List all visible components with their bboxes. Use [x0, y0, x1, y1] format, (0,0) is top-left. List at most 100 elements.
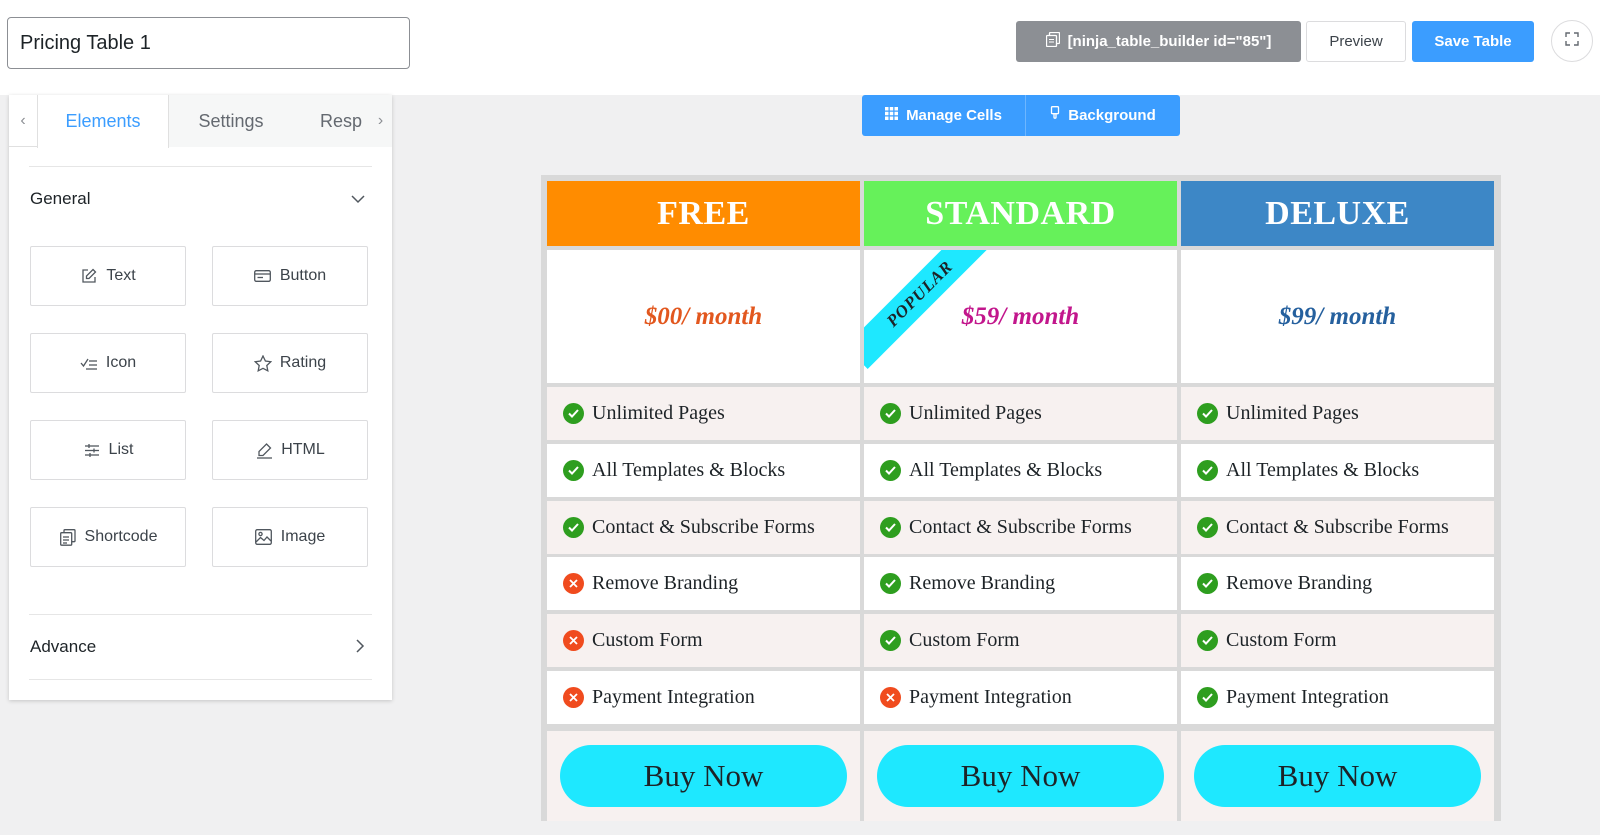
check-icon: [880, 517, 901, 538]
brush-icon: [1050, 106, 1060, 125]
checklist-icon: [80, 354, 98, 372]
element-image-button[interactable]: Image: [212, 507, 368, 567]
canvas-toolbar: Manage Cells Background: [862, 95, 1180, 136]
panel-tabs: ‹ Elements Settings Resp ›: [9, 95, 392, 148]
plan-name-deluxe: DELUXE: [1181, 181, 1494, 246]
pricing-table[interactable]: FREE $00/ month Unlimited Pages All Templat…: [541, 175, 1501, 821]
feature-label: Contact & Subscribe Forms: [1226, 516, 1449, 538]
feature-label: Contact & Subscribe Forms: [592, 516, 815, 538]
section-divider: [29, 166, 372, 167]
feature-row[interactable]: All Templates & Blocks: [864, 444, 1177, 497]
check-icon: [880, 403, 901, 424]
feature-row[interactable]: Custom Form: [547, 614, 860, 667]
section-general-label: General: [30, 189, 91, 208]
save-table-button[interactable]: Save Table: [1412, 21, 1534, 62]
feature-row[interactable]: Remove Branding: [864, 557, 1177, 610]
plan-column-deluxe[interactable]: DELUXE $99/ month Unlimited Pages All Templ…: [1181, 181, 1494, 821]
plan-price-cell: $00/ month: [547, 250, 860, 383]
feature-row[interactable]: Contact & Subscribe Forms: [864, 501, 1177, 554]
pen-icon: [255, 441, 273, 459]
preview-button[interactable]: Preview: [1306, 21, 1406, 62]
shortcode-button[interactable]: [ninja_table_builder id="85"]: [1016, 21, 1301, 62]
feature-row[interactable]: Contact & Subscribe Forms: [547, 501, 860, 554]
chevron-down-icon: [351, 191, 373, 207]
check-icon: [1197, 687, 1218, 708]
feature-row[interactable]: Payment Integration: [1181, 671, 1494, 724]
check-icon: [1197, 460, 1218, 481]
element-rating-button[interactable]: Rating: [212, 333, 368, 393]
feature-label: All Templates & Blocks: [592, 459, 786, 481]
feature-row[interactable]: Contact & Subscribe Forms: [1181, 501, 1494, 554]
buy-now-button[interactable]: Buy Now: [877, 745, 1164, 807]
tab-settings[interactable]: Settings: [169, 95, 293, 147]
tab-scroll-left[interactable]: ‹: [9, 95, 37, 147]
table-title-input[interactable]: [7, 17, 410, 69]
cross-icon: [563, 630, 584, 651]
feature-row[interactable]: Payment Integration: [547, 671, 860, 724]
buy-now-button[interactable]: Buy Now: [1194, 745, 1481, 807]
feature-label: Remove Branding: [1226, 572, 1373, 594]
feature-label: Custom Form: [909, 629, 1020, 651]
check-icon: [563, 517, 584, 538]
element-button-label: Button: [279, 267, 327, 284]
feature-label: Remove Branding: [592, 572, 739, 594]
feature-label: Custom Form: [1226, 629, 1337, 651]
plan-price: $59/ month: [961, 302, 1080, 330]
feature-label: Payment Integration: [592, 686, 755, 708]
section-advance-header[interactable]: Advance: [30, 632, 373, 662]
check-icon: [1197, 517, 1218, 538]
element-icon-button[interactable]: Icon: [30, 333, 186, 393]
background-button[interactable]: Background: [1026, 95, 1180, 136]
check-icon: [1197, 630, 1218, 651]
feature-label: Custom Form: [592, 629, 703, 651]
chevron-right-icon: [356, 638, 373, 656]
element-shortcode-button[interactable]: Shortcode: [30, 507, 186, 567]
button-icon: [254, 267, 272, 285]
check-icon: [880, 630, 901, 651]
check-icon: [880, 573, 901, 594]
top-bar: [ninja_table_builder id="85"] Preview Sa…: [0, 0, 1600, 95]
check-icon: [563, 403, 584, 424]
feature-row[interactable]: All Templates & Blocks: [1181, 444, 1494, 497]
plan-column-standard[interactable]: STANDARD POPULAR $59/ month Unlimited Pages…: [864, 181, 1177, 821]
section-general-header[interactable]: General: [30, 184, 373, 214]
element-html-label: HTML: [281, 441, 325, 458]
feature-row[interactable]: Custom Form: [1181, 614, 1494, 667]
element-html-button[interactable]: HTML: [212, 420, 368, 480]
feature-row[interactable]: Payment Integration: [864, 671, 1177, 724]
feature-row[interactable]: Remove Branding: [1181, 557, 1494, 610]
feature-row[interactable]: Unlimited Pages: [547, 387, 860, 440]
element-text-button[interactable]: Text: [30, 246, 186, 306]
chevron-left-icon: ‹: [20, 112, 26, 129]
feature-row[interactable]: All Templates & Blocks: [547, 444, 860, 497]
chevron-right-icon: ›: [377, 112, 384, 129]
feature-row[interactable]: Unlimited Pages: [864, 387, 1177, 440]
buy-now-button[interactable]: Buy Now: [560, 745, 847, 807]
cross-icon: [880, 687, 901, 708]
element-button-button[interactable]: Button: [212, 246, 368, 306]
feature-label: All Templates & Blocks: [909, 459, 1103, 481]
feature-label: All Templates & Blocks: [1226, 459, 1420, 481]
element-shortcode-label: Shortcode: [84, 528, 158, 545]
feature-row[interactable]: Custom Form: [864, 614, 1177, 667]
fullscreen-button[interactable]: [1551, 20, 1593, 62]
tab-elements[interactable]: Elements: [37, 95, 169, 148]
element-list-button[interactable]: List: [30, 420, 186, 480]
sliders-icon: [83, 441, 101, 459]
plan-column-free[interactable]: FREE $00/ month Unlimited Pages All Templat…: [547, 181, 860, 821]
feature-label: Unlimited Pages: [592, 402, 725, 424]
tab-responsive[interactable]: Resp: [293, 95, 369, 147]
feature-label: Payment Integration: [1226, 686, 1389, 708]
feature-row[interactable]: Unlimited Pages: [1181, 387, 1494, 440]
cross-icon: [563, 687, 584, 708]
element-image-label: Image: [280, 528, 326, 545]
check-icon: [1197, 403, 1218, 424]
feature-row[interactable]: Remove Branding: [547, 557, 860, 610]
feature-label: Unlimited Pages: [1226, 402, 1359, 424]
feature-label: Remove Branding: [909, 572, 1056, 594]
plan-name-free: FREE: [547, 181, 860, 246]
tab-scroll-right[interactable]: ›: [369, 95, 392, 147]
plan-name-standard: STANDARD: [864, 181, 1177, 246]
section-advance-label: Advance: [30, 637, 97, 656]
manage-cells-button[interactable]: Manage Cells: [862, 95, 1026, 136]
